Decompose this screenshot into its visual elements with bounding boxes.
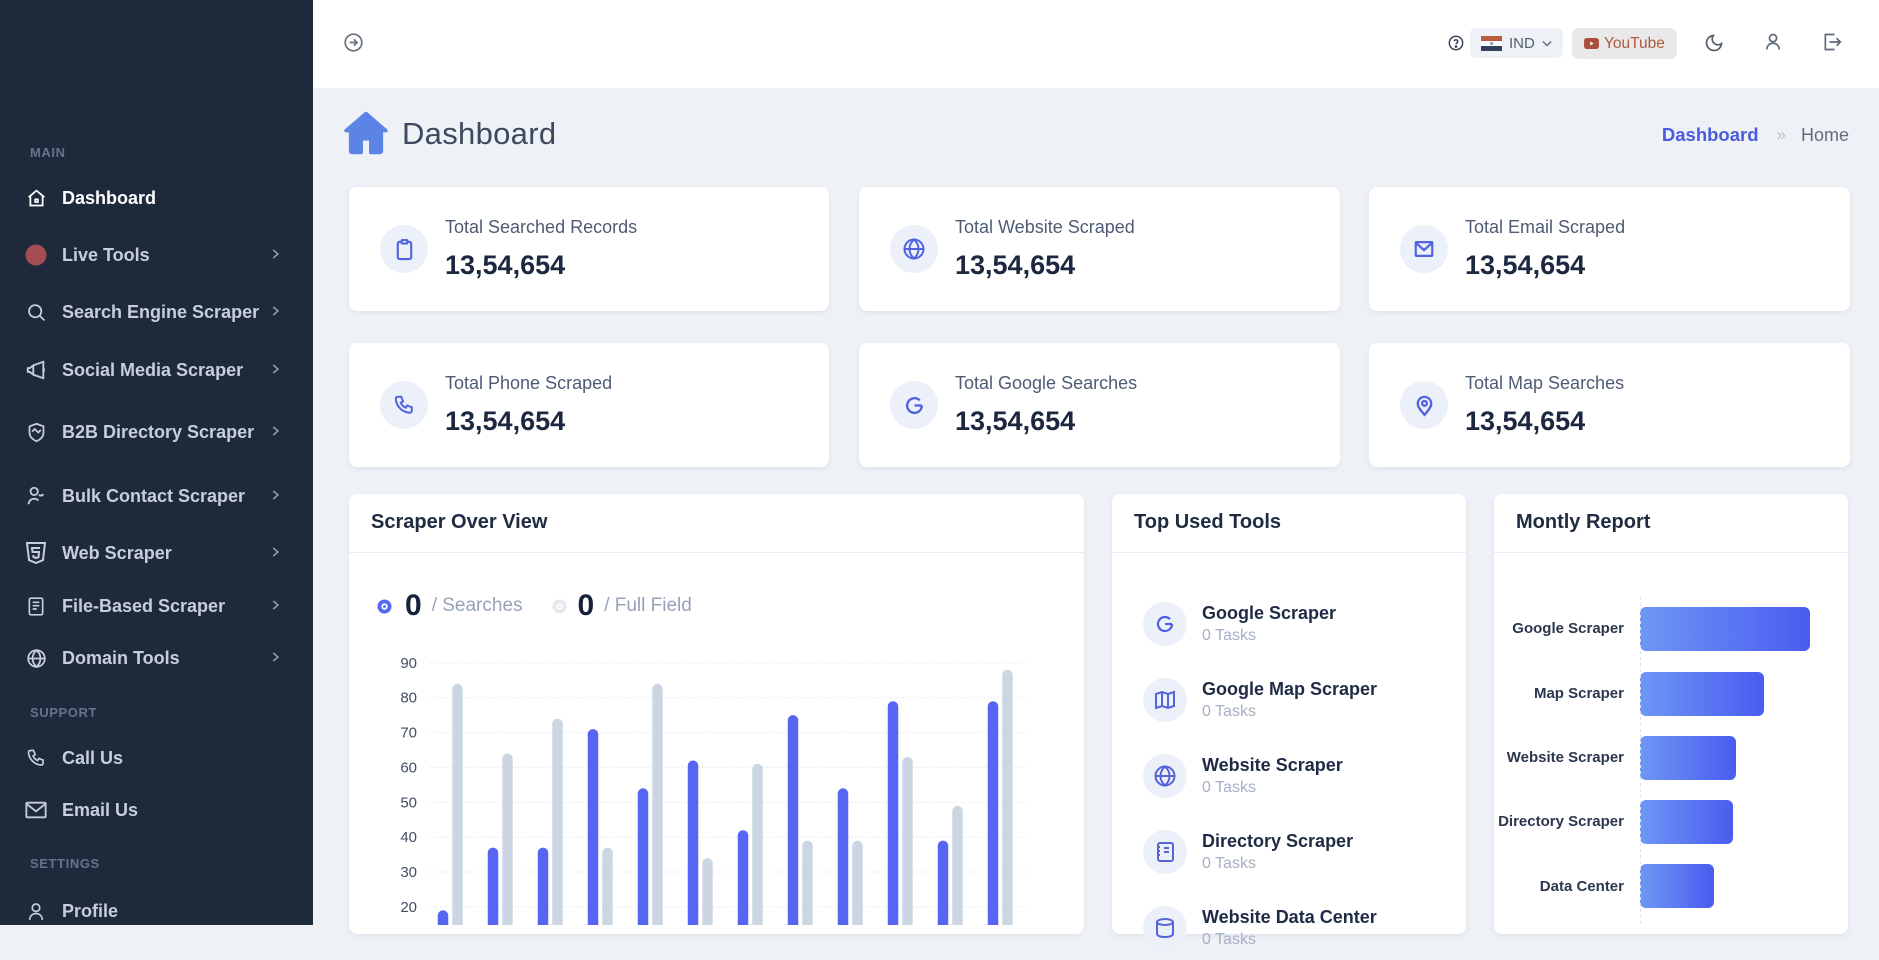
svg-text:80: 80 <box>400 690 417 707</box>
svg-text:70: 70 <box>400 725 417 742</box>
svg-text:20: 20 <box>400 899 417 916</box>
svg-text:90: 90 <box>400 655 417 672</box>
svg-text:40: 40 <box>400 829 417 846</box>
svg-text:60: 60 <box>400 759 417 776</box>
svg-text:50: 50 <box>400 794 417 811</box>
svg-text:30: 30 <box>400 864 417 881</box>
